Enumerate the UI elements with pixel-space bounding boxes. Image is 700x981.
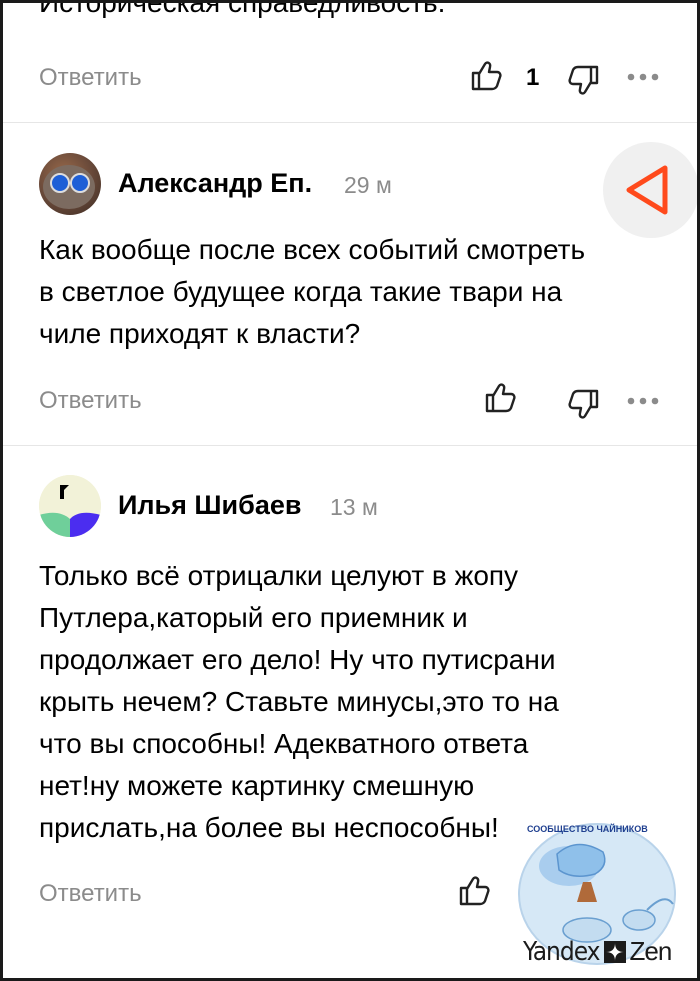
comment-text-partial: Историческая справедливость. [39,0,446,18]
divider [0,122,700,123]
like-icon[interactable] [482,380,518,416]
avatar[interactable] [39,153,101,215]
sunglasses-icon [43,165,95,209]
zen-logo-icon [603,940,626,963]
comment-time: 13 м [330,494,378,520]
more-icon[interactable] [626,396,660,406]
divider [0,445,700,446]
comment-text: Как вообще после всех событий смотреть в… [39,229,585,355]
comment-line: Как вообще после всех событий смотреть [39,234,586,265]
back-triangle-icon [626,165,668,215]
reply-button[interactable]: Ответить [39,64,142,92]
comment-text: Только всё отрицалки целуют в жопу Путле… [39,555,559,849]
comment-line: Путлера,каторый его приемник и [39,602,468,633]
like-count: 1 [526,64,540,91]
comment-line: крыть нечем? Ставьте минусы,это то на [39,686,559,717]
dislike-icon[interactable] [566,386,602,422]
author-name[interactable]: Александр Еп. [118,168,312,199]
comment-line: чиле приходят к власти? [39,318,361,349]
author-name[interactable]: Илья Шибаев [118,490,301,521]
watermark-brand: Yandex Zen [523,936,673,967]
reply-button[interactable]: Ответить [39,387,142,415]
comment-line: Только всё отрицалки целуют в жопу [39,560,519,591]
dislike-icon[interactable] [566,62,602,98]
watermark-brand-right: Zen [629,936,673,966]
watermark-brand-left: Yandex [523,936,600,967]
avatar[interactable] [39,475,101,537]
avatar-shapes-icon [39,475,101,537]
comment-line: в светлое будущее когда такие твари на [39,276,563,307]
like-icon[interactable] [456,873,492,909]
watermark-top-text: СООБЩЕСТВО ЧАЙНИКОВ [527,824,648,834]
comment-line: прислать,на более вы неспособны! [39,812,499,843]
comment-line: продолжает его дело! Ну что путисрани [39,644,556,675]
more-icon[interactable] [626,72,660,82]
comment-line: что вы способны! Адекватного ответа [39,728,529,759]
comment-line: нет!ну можете картинку смешную [39,770,475,801]
watermark: СООБЩЕСТВО ЧАЙНИКОВ Yandex Zen [517,822,683,974]
reply-button[interactable]: Ответить [39,880,142,908]
back-triangle-button[interactable] [603,142,699,238]
comment-time: 29 м [344,172,392,198]
like-icon[interactable] [468,58,504,94]
